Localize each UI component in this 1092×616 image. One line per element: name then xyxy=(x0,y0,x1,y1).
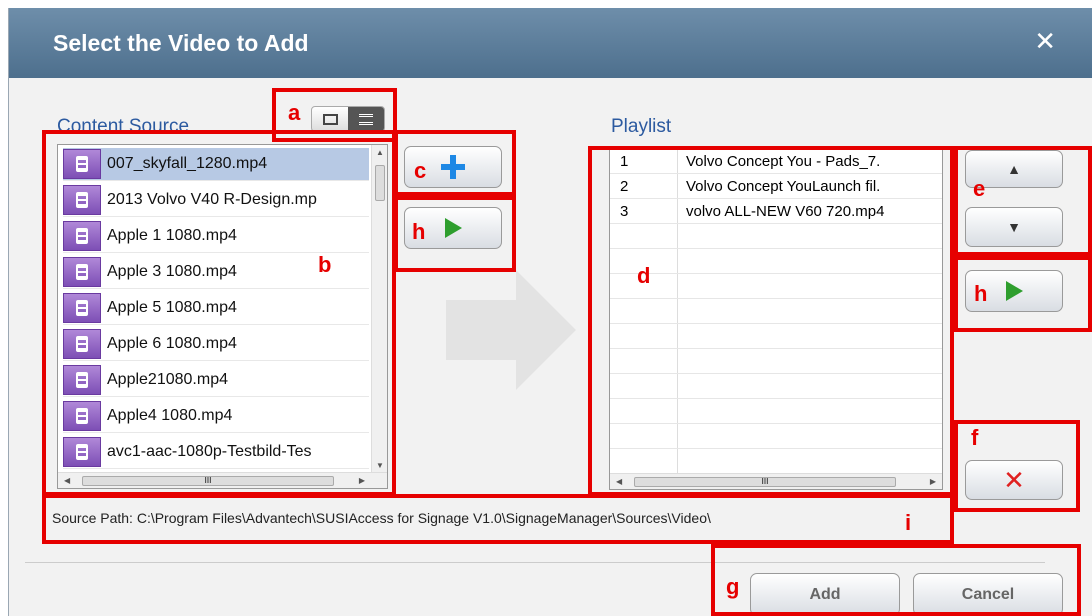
annotation-label-c: c xyxy=(414,158,427,183)
close-icon[interactable]: ✕ xyxy=(1034,26,1056,57)
add-button[interactable]: Add xyxy=(750,573,900,616)
row-number xyxy=(610,299,678,323)
play-icon xyxy=(1006,281,1023,301)
table-row[interactable]: 3 volvo ALL-NEW V60 720.mp4 xyxy=(610,199,942,224)
row-number xyxy=(610,349,678,373)
video-file-icon xyxy=(63,149,101,179)
video-file-icon xyxy=(63,437,101,467)
video-name: volvo ALL-NEW V60 720.mp4 xyxy=(686,202,885,220)
arrow-up-icon: ▲ xyxy=(1007,161,1021,177)
table-row[interactable]: 2 Volvo Concept YouLaunch fil. xyxy=(610,174,942,199)
row-number: 3 xyxy=(610,199,678,223)
annotation-label-h: h xyxy=(974,281,988,306)
plus-icon xyxy=(441,155,465,179)
video-file-icon xyxy=(63,329,101,359)
list-item[interactable]: Apple21080.mp4 xyxy=(63,364,369,397)
remove-icon: ✕ xyxy=(1003,464,1025,495)
play-icon xyxy=(445,218,462,238)
list-item[interactable]: Apple4 1080.mp4 xyxy=(63,400,369,433)
row-number xyxy=(610,449,678,473)
arrow-down-icon: ▼ xyxy=(1007,219,1021,235)
annotation-label-e: e xyxy=(973,176,986,201)
file-name: Apple 1 1080.mp4 xyxy=(107,227,237,244)
annotation-label-d: d xyxy=(637,263,651,288)
video-file-icon xyxy=(63,401,101,431)
row-number xyxy=(610,399,678,423)
title-bar: Select the Video to Add ✕ xyxy=(9,8,1092,78)
row-number: 2 xyxy=(610,174,678,198)
annotation-label-f: f xyxy=(971,425,979,450)
row-number xyxy=(610,374,678,398)
playlist-label: Playlist xyxy=(611,116,672,137)
file-name: 007_skyfall_1280.mp4 xyxy=(107,155,268,172)
video-name: Volvo Concept YouLaunch fil. xyxy=(686,177,881,195)
remove-button[interactable]: ✕ xyxy=(965,460,1063,500)
transfer-arrow-icon xyxy=(446,270,576,390)
file-name: avc1-aac-1080p-Testbild-Tes xyxy=(107,443,312,460)
annotation-label-b: b xyxy=(318,252,332,277)
list-item[interactable]: avc1-aac-1080p-Testbild-Tes xyxy=(63,436,369,469)
file-name: 2013 Volvo V40 R-Design.mp xyxy=(107,191,317,208)
video-name: Volvo Concept You - Pads_7. xyxy=(686,152,881,170)
annotation-label-a: a xyxy=(288,100,301,125)
move-down-button[interactable]: ▼ xyxy=(965,207,1063,247)
table-row[interactable] xyxy=(610,449,942,474)
video-file-icon xyxy=(63,221,101,251)
playlist-list[interactable]: 3 volvo ALL-NEW V60 720.mp4 2 Volvo Concept… xyxy=(609,148,943,490)
cancel-button[interactable]: Cancel xyxy=(913,573,1063,616)
table-row[interactable] xyxy=(610,274,942,299)
table-row[interactable] xyxy=(610,299,942,324)
table-row[interactable] xyxy=(610,399,942,424)
row-number xyxy=(610,324,678,348)
row-number xyxy=(610,224,678,248)
scrollbar-thumb[interactable] xyxy=(375,165,385,201)
list-item[interactable]: 007_skyfall_1280.mp4 xyxy=(63,148,369,181)
single-view-icon[interactable] xyxy=(312,107,348,131)
scrollbar-thumb[interactable]: III xyxy=(634,477,896,487)
scrollbar-thumb[interactable]: III xyxy=(82,476,334,486)
video-file-icon xyxy=(63,185,101,215)
list-view-icon[interactable] xyxy=(348,107,384,131)
table-row[interactable] xyxy=(610,374,942,399)
table-row[interactable] xyxy=(610,249,942,274)
divider xyxy=(25,562,1045,563)
row-number: 1 xyxy=(610,149,678,173)
vertical-scrollbar[interactable]: ▲ ▼ xyxy=(371,145,387,472)
row-number xyxy=(610,424,678,448)
list-item[interactable]: Apple 1 1080.mp4 xyxy=(63,220,369,253)
list-item[interactable]: Apple 5 1080.mp4 xyxy=(63,292,369,325)
annotation-label-h: h xyxy=(412,219,426,244)
file-name: Apple4 1080.mp4 xyxy=(107,407,233,424)
list-item[interactable]: 2013 Volvo V40 R-Design.mp xyxy=(63,184,369,217)
video-file-icon xyxy=(63,365,101,395)
annotation-label-g: g xyxy=(726,574,740,599)
video-file-icon xyxy=(63,257,101,287)
video-file-icon xyxy=(63,293,101,323)
view-toggle[interactable] xyxy=(311,106,385,132)
content-source-list[interactable]: avc1-aac-1080p-Testbild-Tes Apple4 1080.m… xyxy=(57,144,388,489)
list-item[interactable]: Apple 6 1080.mp4 xyxy=(63,328,369,361)
table-row[interactable] xyxy=(610,349,942,374)
dialog-title: Select the Video to Add xyxy=(53,30,309,56)
table-row[interactable] xyxy=(610,224,942,249)
table-row[interactable] xyxy=(610,324,942,349)
content-source-label: Content Source xyxy=(57,116,190,137)
table-row[interactable] xyxy=(610,424,942,449)
file-name: Apple 5 1080.mp4 xyxy=(107,299,237,316)
file-name: Apple21080.mp4 xyxy=(107,371,228,388)
source-path: Source Path: C:\Program Files\Advantech\… xyxy=(52,510,711,526)
file-name: Apple 6 1080.mp4 xyxy=(107,335,237,352)
file-name: Apple 3 1080.mp4 xyxy=(107,263,237,280)
table-row[interactable]: 1 Volvo Concept You - Pads_7. xyxy=(610,149,942,174)
horizontal-scrollbar[interactable]: ◀ III ▶ xyxy=(610,473,942,489)
annotation-label-i: i xyxy=(905,510,912,535)
horizontal-scrollbar[interactable]: ◀ III ▶ xyxy=(58,472,387,488)
